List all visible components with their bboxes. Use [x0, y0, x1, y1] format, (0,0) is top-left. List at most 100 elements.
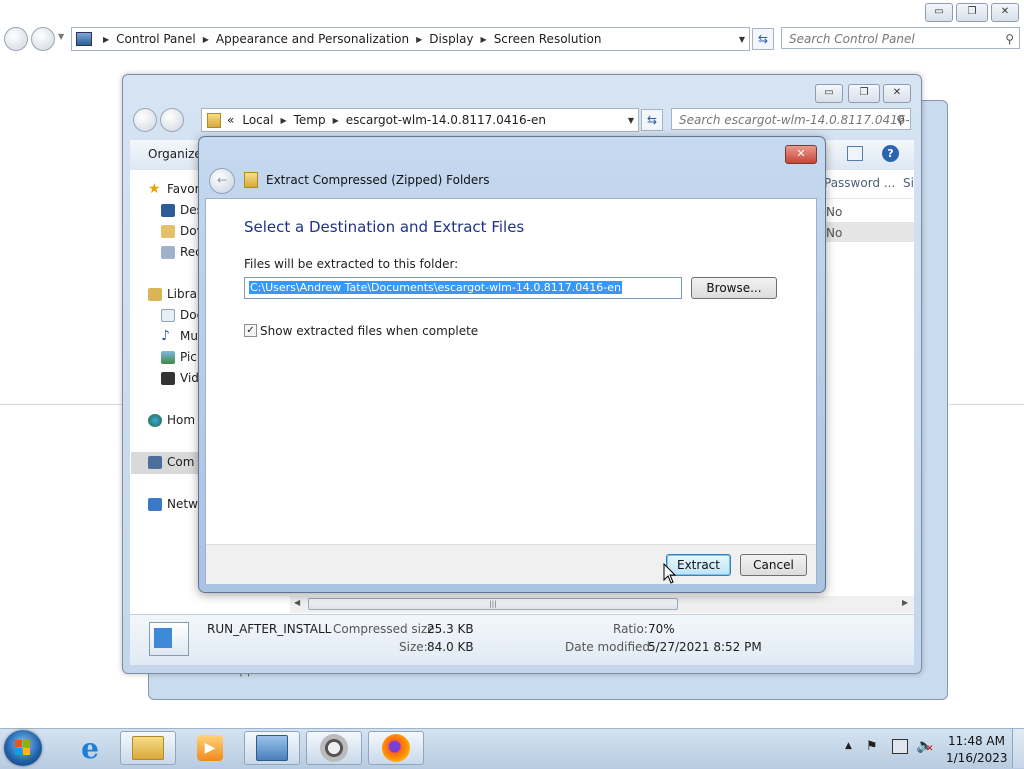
breadcrumb-arrow-icon: ▶: [416, 34, 423, 44]
explorer-back-button[interactable]: [133, 108, 157, 132]
action-center-flag-icon[interactable]: ⚑: [866, 739, 878, 754]
breadcrumb-overflow-icon[interactable]: «: [227, 113, 234, 127]
scroll-right-icon[interactable]: ▶: [902, 598, 908, 607]
preview-pane-icon[interactable]: [847, 146, 863, 161]
taskbar-media-player[interactable]: ▶: [182, 731, 238, 765]
browse-button[interactable]: Browse...: [691, 277, 777, 299]
explorer-address-bar[interactable]: « Local ▶ Temp ▶ escargot-wlm-14.0.8117.…: [201, 108, 639, 132]
horizontal-scrollbar[interactable]: ◀ ||| ▶: [290, 596, 914, 613]
search-icon[interactable]: ⚲: [1005, 28, 1014, 48]
nav-documents[interactable]: Doc: [161, 308, 203, 322]
clock-date[interactable]: 1/16/2023: [946, 751, 1008, 765]
music-icon: ♪: [161, 327, 170, 344]
nav-homegroup[interactable]: Hom: [148, 413, 195, 427]
nav-desktop[interactable]: Des: [161, 203, 203, 217]
dialog-back-icon[interactable]: ←: [209, 168, 235, 194]
nav-favorites[interactable]: ★ Favor: [148, 182, 200, 197]
details-ratio-label: Ratio:: [613, 622, 648, 636]
refresh-icon[interactable]: ⇆: [752, 28, 774, 50]
control-panel-titlebar: ▭ ❐ ✕: [0, 0, 1024, 24]
scrollbar-thumb[interactable]: |||: [308, 598, 678, 610]
explorer-refresh-icon[interactable]: ⇆: [641, 109, 663, 131]
nav-computer[interactable]: Com: [148, 455, 194, 469]
cp-address-bar[interactable]: ▶ Control Panel ▶ Appearance and Persona…: [71, 27, 750, 51]
breadcrumb-arrow-icon: ▶: [280, 115, 287, 125]
network-tray-icon[interactable]: [892, 739, 908, 754]
cp-close-button[interactable]: ✕: [991, 3, 1019, 22]
recent-pages-dropdown-icon[interactable]: ▼: [58, 32, 64, 41]
nav-label: Mu: [180, 329, 198, 343]
details-ratio-value: 70%: [648, 622, 675, 636]
nav-label: Libra: [167, 287, 197, 301]
nav-label: Com: [167, 455, 195, 469]
taskbar-windows-explorer[interactable]: [120, 731, 176, 765]
clock-time[interactable]: 11:48 AM: [948, 734, 1005, 748]
back-button[interactable]: [4, 27, 28, 51]
column-header-size[interactable]: Si: [903, 176, 914, 190]
taskbar-firefox[interactable]: [368, 731, 424, 765]
file-icon-panel: [154, 628, 172, 648]
address-dropdown-icon[interactable]: ▼: [739, 35, 745, 44]
nav-network[interactable]: Netw: [148, 497, 198, 511]
show-desktop-button[interactable]: [1012, 729, 1024, 768]
cp-minimize-button[interactable]: ▭: [925, 3, 953, 22]
documents-icon: [161, 308, 175, 322]
nav-label: Favor: [167, 182, 200, 196]
breadcrumb-display[interactable]: Display: [429, 32, 473, 46]
explorer-close-button[interactable]: ✕: [883, 84, 911, 103]
windows-logo-yellow: [23, 748, 30, 755]
breadcrumb-temp[interactable]: Temp: [294, 113, 326, 127]
zip-folder-icon: [207, 112, 221, 128]
libraries-icon: [148, 287, 162, 301]
breadcrumb-screen-resolution[interactable]: Screen Resolution: [494, 32, 602, 46]
explorer-restore-button[interactable]: ❐: [848, 84, 880, 103]
taskbar-raccoon-app[interactable]: [306, 731, 362, 765]
explorer-search-input[interactable]: Search escargot-wlm-14.0.8117.0416-en ⚲: [671, 108, 911, 130]
nav-pictures[interactable]: Pic: [161, 350, 197, 364]
cancel-button[interactable]: Cancel: [740, 554, 807, 576]
desktop-icon: [161, 203, 175, 217]
search-icon[interactable]: ⚲: [896, 109, 905, 129]
breadcrumb-arrow-icon: ▶: [202, 34, 209, 44]
details-file-name: RUN_AFTER_INSTALL: [207, 622, 332, 636]
path-label: Files will be extracted to this folder:: [244, 257, 459, 271]
organize-button[interactable]: Organize: [148, 147, 202, 161]
column-header-password[interactable]: Password ...: [824, 176, 895, 190]
destination-path-input[interactable]: C:\Users\Andrew Tate\Documents\escargot-…: [244, 277, 682, 299]
explorer-minimize-button[interactable]: ▭: [815, 84, 843, 103]
zip-folder-icon: [244, 172, 258, 188]
videos-icon: [161, 371, 175, 385]
row-password-cell: No: [826, 226, 843, 240]
show-files-checkbox-label[interactable]: Show extracted files when complete: [260, 324, 478, 338]
show-hidden-icons-icon[interactable]: ▲: [845, 741, 852, 751]
details-compressed-size-label: Compressed size:: [333, 622, 439, 636]
cp-restore-button[interactable]: ❐: [956, 3, 988, 22]
dialog-content: [205, 198, 817, 584]
taskbar-control-panel[interactable]: [244, 731, 300, 765]
nav-libraries[interactable]: Libra: [148, 287, 197, 301]
taskbar-internet-explorer[interactable]: e: [62, 731, 118, 765]
scroll-left-icon[interactable]: ◀: [294, 598, 300, 607]
breadcrumb-appearance[interactable]: Appearance and Personalization: [216, 32, 409, 46]
nav-videos[interactable]: Vid: [161, 371, 199, 385]
cp-search-input[interactable]: Search Control Panel ⚲: [781, 27, 1020, 49]
details-date-modified-value: 5/27/2021 8:52 PM: [648, 640, 762, 654]
start-button[interactable]: [4, 730, 42, 766]
dialog-close-button[interactable]: ✕: [785, 145, 817, 164]
address-dropdown-icon[interactable]: ▼: [628, 116, 634, 125]
dialog-title: Extract Compressed (Zipped) Folders: [266, 173, 490, 187]
nav-music[interactable]: ♪ Mu: [161, 327, 198, 344]
breadcrumb-escargot[interactable]: escargot-wlm-14.0.8117.0416-en: [346, 113, 546, 127]
show-files-checkbox[interactable]: ✓: [244, 324, 257, 337]
breadcrumb-arrow-icon: ▶: [103, 34, 110, 44]
windows-logo-green: [23, 740, 30, 747]
details-date-modified-label: Date modified:: [565, 640, 655, 654]
nav-recent[interactable]: Rec: [161, 245, 202, 259]
explorer-forward-button[interactable]: [160, 108, 184, 132]
breadcrumb-local[interactable]: Local: [242, 113, 273, 127]
help-icon[interactable]: ?: [882, 145, 899, 162]
breadcrumb-control-panel[interactable]: Control Panel: [116, 32, 196, 46]
details-pane: RUN_AFTER_INSTALL Compressed size: 25.3 …: [130, 614, 914, 665]
forward-button[interactable]: [31, 27, 55, 51]
control-panel-icon: [76, 32, 92, 46]
